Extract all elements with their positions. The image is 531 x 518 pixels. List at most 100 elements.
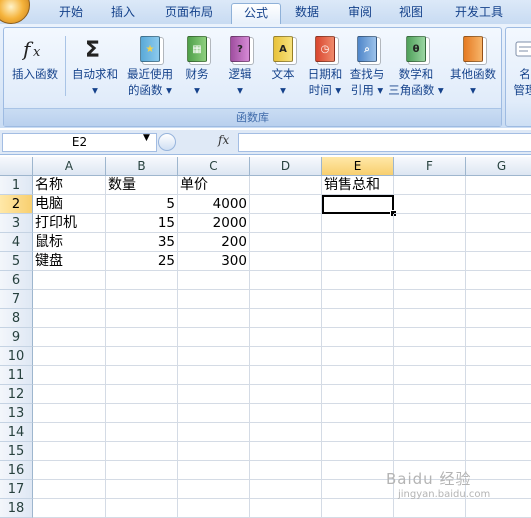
cell-c13[interactable]	[178, 404, 250, 423]
expand-circle-icon[interactable]	[158, 133, 176, 151]
row-header-1[interactable]: 1	[0, 176, 33, 195]
cell-a1[interactable]: 名称	[33, 176, 106, 195]
row-header-7[interactable]: 7	[0, 290, 33, 309]
cell-f2[interactable]	[394, 195, 466, 214]
cell-c8[interactable]	[178, 309, 250, 328]
column-header-f[interactable]: F	[394, 157, 466, 176]
cell-d3[interactable]	[250, 214, 322, 233]
row-header-4[interactable]: 4	[0, 233, 33, 252]
column-header-d[interactable]: D	[250, 157, 322, 176]
cell-c14[interactable]	[178, 423, 250, 442]
row-header-3[interactable]: 3	[0, 214, 33, 233]
cell-f3[interactable]	[394, 214, 466, 233]
cell-b18[interactable]	[106, 499, 178, 518]
row-header-10[interactable]: 10	[0, 347, 33, 366]
cell-g13[interactable]	[466, 404, 531, 423]
cell-c11[interactable]	[178, 366, 250, 385]
cell-g4[interactable]	[466, 233, 531, 252]
cell-f1[interactable]	[394, 176, 466, 195]
cell-f11[interactable]	[394, 366, 466, 385]
office-button[interactable]	[0, 0, 30, 24]
cell-b7[interactable]	[106, 290, 178, 309]
cell-g1[interactable]	[466, 176, 531, 195]
cell-c5[interactable]: 300	[178, 252, 250, 271]
cell-e13[interactable]	[322, 404, 394, 423]
cell-c1[interactable]: 单价	[178, 176, 250, 195]
row-header-17[interactable]: 17	[0, 480, 33, 499]
cell-b12[interactable]	[106, 385, 178, 404]
cell-b14[interactable]	[106, 423, 178, 442]
tab-insert[interactable]: 插入	[101, 3, 145, 24]
cell-b10[interactable]	[106, 347, 178, 366]
cell-d16[interactable]	[250, 461, 322, 480]
tab-home[interactable]: 开始	[48, 3, 94, 24]
cell-e15[interactable]	[322, 442, 394, 461]
cell-d4[interactable]	[250, 233, 322, 252]
cell-a12[interactable]	[33, 385, 106, 404]
select-all-corner[interactable]	[0, 157, 33, 176]
cell-e6[interactable]	[322, 271, 394, 290]
row-header-6[interactable]: 6	[0, 271, 33, 290]
cell-g10[interactable]	[466, 347, 531, 366]
more-functions-button[interactable]: 其他函数 ▾	[447, 34, 499, 98]
cell-a11[interactable]	[33, 366, 106, 385]
tab-view[interactable]: 视图	[389, 3, 433, 24]
cell-e16[interactable]	[322, 461, 394, 480]
cell-f6[interactable]	[394, 271, 466, 290]
cell-g12[interactable]	[466, 385, 531, 404]
cell-a10[interactable]	[33, 347, 106, 366]
cell-f10[interactable]	[394, 347, 466, 366]
column-header-c[interactable]: C	[178, 157, 250, 176]
cell-e12[interactable]	[322, 385, 394, 404]
cell-d9[interactable]	[250, 328, 322, 347]
cell-d12[interactable]	[250, 385, 322, 404]
cell-c4[interactable]: 200	[178, 233, 250, 252]
cell-a9[interactable]	[33, 328, 106, 347]
cell-g14[interactable]	[466, 423, 531, 442]
cell-a2[interactable]: 电脑	[33, 195, 106, 214]
autosum-button[interactable]: Σ 自动求和 ▾	[68, 34, 122, 98]
column-header-b[interactable]: B	[106, 157, 178, 176]
cell-d11[interactable]	[250, 366, 322, 385]
column-header-e[interactable]: E	[322, 157, 394, 176]
cell-c16[interactable]	[178, 461, 250, 480]
cell-g9[interactable]	[466, 328, 531, 347]
cell-b15[interactable]	[106, 442, 178, 461]
cell-a14[interactable]	[33, 423, 106, 442]
cell-f8[interactable]	[394, 309, 466, 328]
cell-f18[interactable]	[394, 499, 466, 518]
row-header-15[interactable]: 15	[0, 442, 33, 461]
cell-a7[interactable]	[33, 290, 106, 309]
cell-d7[interactable]	[250, 290, 322, 309]
cell-g18[interactable]	[466, 499, 531, 518]
row-header-12[interactable]: 12	[0, 385, 33, 404]
cell-b17[interactable]	[106, 480, 178, 499]
cell-f9[interactable]	[394, 328, 466, 347]
cell-b13[interactable]	[106, 404, 178, 423]
cell-c2[interactable]: 4000	[178, 195, 250, 214]
column-header-a[interactable]: A	[33, 157, 106, 176]
cell-f4[interactable]	[394, 233, 466, 252]
cell-b8[interactable]	[106, 309, 178, 328]
logical-button[interactable]: ? 逻辑 ▾	[223, 34, 257, 98]
cell-e2[interactable]	[322, 195, 394, 214]
cell-a16[interactable]	[33, 461, 106, 480]
cell-a5[interactable]: 键盘	[33, 252, 106, 271]
cell-a4[interactable]: 鼠标	[33, 233, 106, 252]
row-header-14[interactable]: 14	[0, 423, 33, 442]
cell-e1[interactable]: 销售总和	[322, 176, 394, 195]
cell-f14[interactable]	[394, 423, 466, 442]
cell-e5[interactable]	[322, 252, 394, 271]
cell-c18[interactable]	[178, 499, 250, 518]
cell-d5[interactable]	[250, 252, 322, 271]
cell-c12[interactable]	[178, 385, 250, 404]
tab-developer[interactable]: 开发工具	[446, 3, 512, 24]
cell-f12[interactable]	[394, 385, 466, 404]
cell-e8[interactable]	[322, 309, 394, 328]
tab-data[interactable]: 数据	[285, 3, 329, 24]
cell-g2[interactable]	[466, 195, 531, 214]
cell-c7[interactable]	[178, 290, 250, 309]
recent-functions-button[interactable]: ★ 最近使用 的函数 ▾	[122, 34, 178, 98]
cell-b9[interactable]	[106, 328, 178, 347]
cell-f7[interactable]	[394, 290, 466, 309]
